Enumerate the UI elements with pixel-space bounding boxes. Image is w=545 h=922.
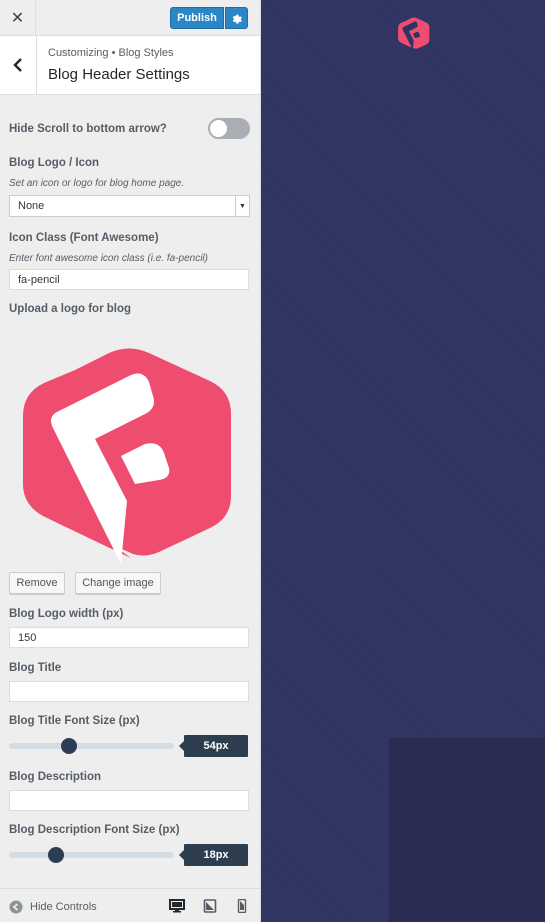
- title-font-size-label: Blog Title Font Size (px): [9, 715, 140, 727]
- logo-width-input[interactable]: 150: [9, 627, 249, 648]
- hide-controls-button[interactable]: Hide Controls: [9, 900, 97, 914]
- blog-logo-icon-select[interactable]: None ▼: [9, 195, 250, 217]
- select-arrow-icon: ▼: [235, 196, 249, 216]
- blog-title-label: Blog Title: [9, 662, 62, 674]
- upload-logo-label: Upload a logo for blog: [9, 303, 132, 315]
- hide-controls-label: Hide Controls: [30, 901, 97, 913]
- close-icon: ✕: [10, 10, 25, 27]
- publish-settings-button[interactable]: [225, 7, 248, 29]
- section-title: Blog Header Settings: [48, 66, 190, 83]
- scroll-arrow-toggle[interactable]: [208, 118, 250, 139]
- publish-button[interactable]: Publish: [170, 7, 224, 29]
- title-font-size-slider[interactable]: [9, 738, 174, 754]
- mobile-icon[interactable]: [234, 899, 250, 913]
- desc-font-size-slider[interactable]: [9, 847, 174, 863]
- customizer-sidebar: ✕ Publish Customizing • Blog Styles Blog…: [0, 0, 261, 922]
- desktop-icon[interactable]: [169, 899, 185, 913]
- section-header: Customizing • Blog Styles Blog Header Se…: [0, 36, 260, 95]
- breadcrumb: Customizing • Blog Styles: [48, 47, 174, 59]
- title-font-size-handle[interactable]: [61, 738, 78, 754]
- preview-content-panel: [389, 738, 545, 922]
- icon-class-description: Enter font awesome icon class (i.e. fa-p…: [9, 253, 208, 264]
- back-button[interactable]: [0, 36, 37, 94]
- desc-font-size-handle[interactable]: [47, 847, 64, 863]
- select-value: None: [18, 200, 45, 212]
- remove-logo-button[interactable]: Remove: [9, 572, 65, 594]
- desc-font-size-value: 18px: [179, 844, 248, 866]
- site-preview[interactable]: [261, 0, 545, 922]
- toggle-knob: [210, 120, 227, 137]
- icon-class-label: Icon Class (Font Awesome): [9, 232, 159, 244]
- scroll-arrow-label: Hide Scroll to bottom arrow?: [9, 123, 167, 135]
- blog-description-label: Blog Description: [9, 771, 102, 783]
- blog-description-input[interactable]: [9, 790, 249, 811]
- gear-icon: [232, 14, 242, 24]
- blog-logo-icon-description: Set an icon or logo for blog home page.: [9, 178, 185, 189]
- customizer-header: ✕ Publish: [0, 0, 260, 36]
- desc-font-size-label: Blog Description Font Size (px): [9, 824, 180, 836]
- chevron-left-icon: [13, 58, 22, 72]
- blog-title-input[interactable]: [9, 681, 249, 702]
- tablet-icon[interactable]: [202, 899, 218, 913]
- brand-logo-icon: [23, 348, 231, 564]
- preview-brand-logo-icon[interactable]: [396, 14, 432, 52]
- customizer-footer: Hide Controls: [0, 888, 260, 922]
- logo-image-preview: [23, 348, 231, 564]
- close-button[interactable]: ✕: [0, 0, 36, 36]
- icon-class-input[interactable]: fa-pencil: [9, 269, 249, 290]
- blog-logo-icon-label: Blog Logo / Icon: [9, 157, 100, 169]
- change-image-button[interactable]: Change image: [75, 572, 161, 594]
- logo-width-label: Blog Logo width (px): [9, 608, 124, 620]
- collapse-arrow-icon: [9, 900, 23, 914]
- title-font-size-value: 54px: [179, 735, 248, 757]
